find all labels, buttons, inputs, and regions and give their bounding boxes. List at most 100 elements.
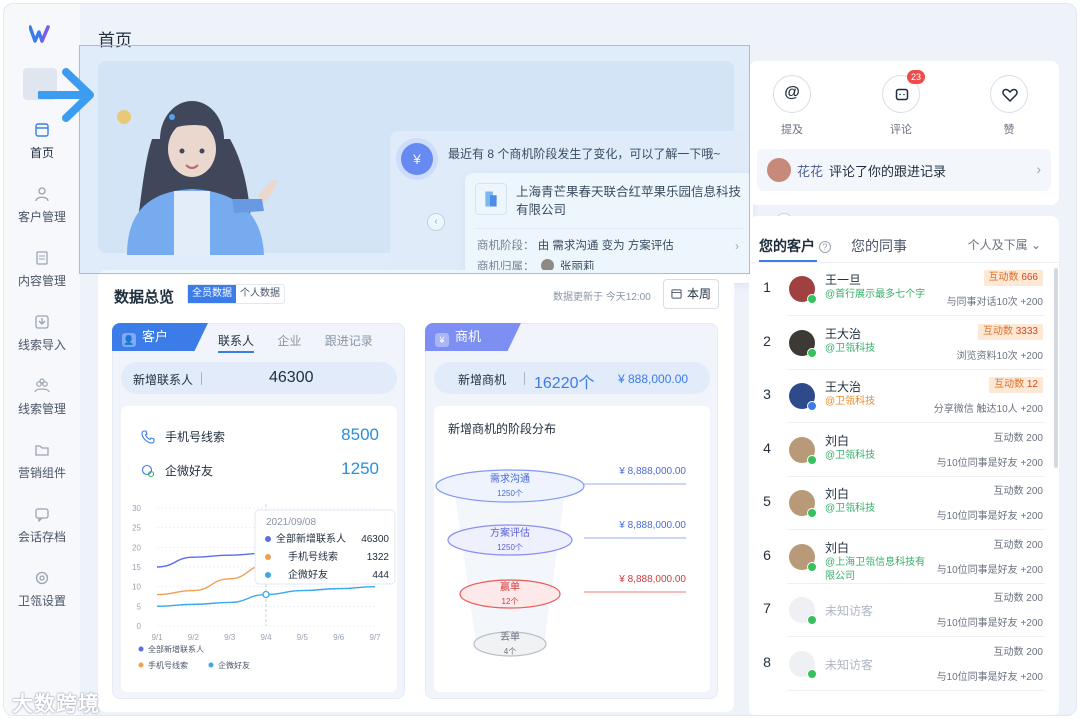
week-button[interactable]: 本周 (663, 279, 719, 309)
sidebar-item-settings[interactable]: 卫瓴设置 (4, 570, 80, 609)
stage-funnel-chart[interactable]: 需求沟通 1250个 ¥ 8,888,000.00 方案评估 1250个 ¥ 8,888,… (434, 446, 710, 692)
scrollbar[interactable] (1054, 268, 1058, 468)
app-logo (29, 25, 50, 43)
settings-icon (35, 571, 49, 585)
mentions-button[interactable]: @ 提及 (772, 75, 812, 137)
opportunity-card[interactable]: 上海青芒果春天联合红苹果乐园信息科技有限公司 商机阶段： 由 需求沟通 变为 方… (465, 173, 753, 283)
company-logo-icon (475, 183, 507, 215)
tab-all-data[interactable]: 全员数据 (188, 285, 236, 303)
badge-value: 666 (1021, 272, 1038, 283)
legend-dot (138, 646, 144, 652)
customer-row[interactable]: 5 刘白 @卫瓴科技 互动数 200 与10位同事是好友 +200 (749, 477, 1059, 530)
customer-row[interactable]: 6 刘白 @上海卫瓴信息科技有限公司 互动数 200 与10位同事是好友 +200 (749, 531, 1059, 584)
sidebar-item-sessions[interactable]: 会话存档 (4, 506, 80, 545)
rank-number: 7 (763, 600, 771, 616)
interaction-count-badge: 互动数 200 (994, 484, 1043, 500)
comments-button[interactable]: 23 评论 (881, 70, 925, 137)
sidebar-item-lead-import[interactable]: 线索导入 (4, 314, 80, 353)
tab-companies[interactable]: 企业 (277, 334, 301, 348)
new-opportunity-amount: ¥ 888,000.00 (618, 372, 689, 386)
metric-label: 手机号线索 (165, 430, 226, 444)
legend-dot (208, 662, 214, 668)
data-overview: 数据总览 全员数据 个人数据 数据更新于 今天12:00 本周 👤 客户 联系人 … (98, 270, 734, 712)
customer-row[interactable]: 4 刘白 @卫瓴科技 互动数 200 与10位同事是好友 +200 (749, 424, 1059, 477)
customer-row[interactable]: 1 王一旦 @首行展示最多七个字 互动数 666 与同事对话10次 +200 (749, 263, 1059, 316)
sidebar-item-home[interactable]: 首页 (4, 122, 80, 161)
customer-name: 王大治 (825, 326, 862, 341)
phone-leads-metric: 手机号线索 (141, 428, 225, 445)
tab-followups[interactable]: 跟进记录 (325, 334, 373, 348)
opportunity-tag-label: 商机 (455, 329, 482, 344)
interaction-desc: 与10位同事是好友 +200 (936, 457, 1043, 469)
phone-icon (141, 430, 155, 444)
customer-row[interactable]: 8 未知访客 互动数 200 与10位同事是好友 +200 (749, 638, 1059, 691)
contacts-line-chart[interactable]: 0 5 10 15 20 25 30 9/1 9/2 9/3 9/4 9/5 9/6 9/7 2021/09… (121, 498, 397, 692)
avatar (789, 650, 817, 679)
document-icon (36, 251, 48, 265)
rank-number: 6 (763, 546, 771, 563)
tooltip-value: 46300 (361, 534, 389, 545)
customer-name: 刘白 (825, 540, 850, 555)
badge-label: 互动数 200 (993, 593, 1043, 604)
avatar (789, 329, 817, 358)
divider (787, 689, 1045, 691)
y-tick-label: 25 (132, 524, 141, 533)
customer-source: @卫瓴科技 (825, 503, 876, 514)
tooltip-value: 1322 (367, 552, 390, 563)
watermark: 大数跨境 (12, 693, 100, 716)
customer-row[interactable]: 2 王大治 @卫瓴科技 互动数 3333 浏览资料10次 +200 (749, 317, 1059, 370)
avatar (789, 543, 817, 572)
rank-number: 3 (763, 386, 771, 402)
chat-icon (35, 508, 49, 522)
badge-label: 互动数 (982, 325, 1013, 337)
arrow-right-icon (38, 68, 94, 122)
legend-label: 企微好友 (218, 660, 250, 670)
y-tick-label: 10 (132, 583, 141, 592)
avatar (789, 276, 817, 304)
latest-comment[interactable]: 花花 评论了你的跟进记录 › (757, 149, 1051, 191)
sidebar-item-customers[interactable]: 客户管理 (4, 186, 80, 225)
folder-icon (35, 445, 49, 456)
tab-personal-data[interactable]: 个人数据 (236, 285, 284, 303)
heart-icon (990, 75, 1028, 113)
wecom-friends-value: 1250 (341, 459, 379, 478)
interaction-desc: 与10位同事是好友 +200 (936, 618, 1043, 629)
likes-button[interactable]: 赞 (989, 75, 1029, 137)
scope-filter-dropdown[interactable]: 个人及下属 ⌄ (968, 236, 1041, 253)
interaction-desc: 浏览资料10次 +200 (956, 350, 1043, 362)
sidebar-item-lead-manage[interactable]: 线索管理 (4, 378, 80, 417)
sidebar-item-label: 内容管理 (17, 274, 66, 288)
customer-ranking-panel: 您的客户 ? 您的同事 个人及下属 ⌄ 1 王一旦 @首行展示最多七个字 互动数 66… (749, 216, 1059, 715)
customer-row[interactable]: 3 王大治 @卫瓴科技 互动数 12 分享微信 触达10人 +200 (749, 370, 1059, 423)
funnel-title: 新增商机的阶段分布 (448, 422, 557, 436)
sidebar-item-content[interactable]: 内容管理 (4, 250, 80, 289)
stage-name: 赢单 (500, 580, 520, 593)
new-contacts-label: 新增联系人 (133, 373, 194, 387)
stage-name: 需求沟通 (490, 472, 530, 485)
help-icon[interactable]: ? (818, 241, 831, 253)
comments-label: 评论 (890, 124, 912, 136)
prev-arrow-button[interactable]: ‹ (427, 213, 445, 231)
legend-label: 手机号线索 (148, 660, 188, 670)
tooltip-label: 企微好友 (288, 568, 328, 581)
sidebar-item-marketing[interactable]: 营销组件 (4, 442, 80, 481)
chevron-right-icon[interactable]: › (735, 239, 739, 253)
tab-your-colleagues[interactable]: 您的同事 (851, 236, 907, 256)
badge-label: 互动数 200 (993, 486, 1043, 497)
money-icon: ¥ (401, 143, 433, 175)
metric-label: 企微好友 (165, 464, 214, 478)
new-opportunity-stat: 新增商机 16220个 ¥ 888,000.00 (434, 362, 710, 394)
tab-your-customers[interactable]: 您的客户 ? (759, 236, 831, 256)
funnel-body (454, 486, 566, 644)
rank-number: 2 (763, 332, 771, 349)
interaction-count-badge: 互动数 200 (994, 591, 1043, 607)
customer-subtabs: 联系人 企业 跟进记录 (218, 332, 393, 353)
customer-row[interactable]: 7 未知访客 互动数 200 与10位同事是好友 +200 (749, 584, 1059, 637)
phone-leads-value: 8500 (341, 425, 379, 444)
likes-label: 赞 (1003, 124, 1015, 136)
tab-contacts[interactable]: 联系人 (218, 334, 255, 353)
company-name: 上海青芒果春天联合红苹果乐园信息科技有限公司 (516, 185, 742, 217)
interaction-count-badge: 互动数 200 (994, 538, 1043, 554)
banner: ¥ 最近有 8 个商机阶段发生了变化，可以了解一下哦~ ‹ › 上海青芒果春天联… (98, 61, 808, 303)
avatar (789, 490, 817, 518)
